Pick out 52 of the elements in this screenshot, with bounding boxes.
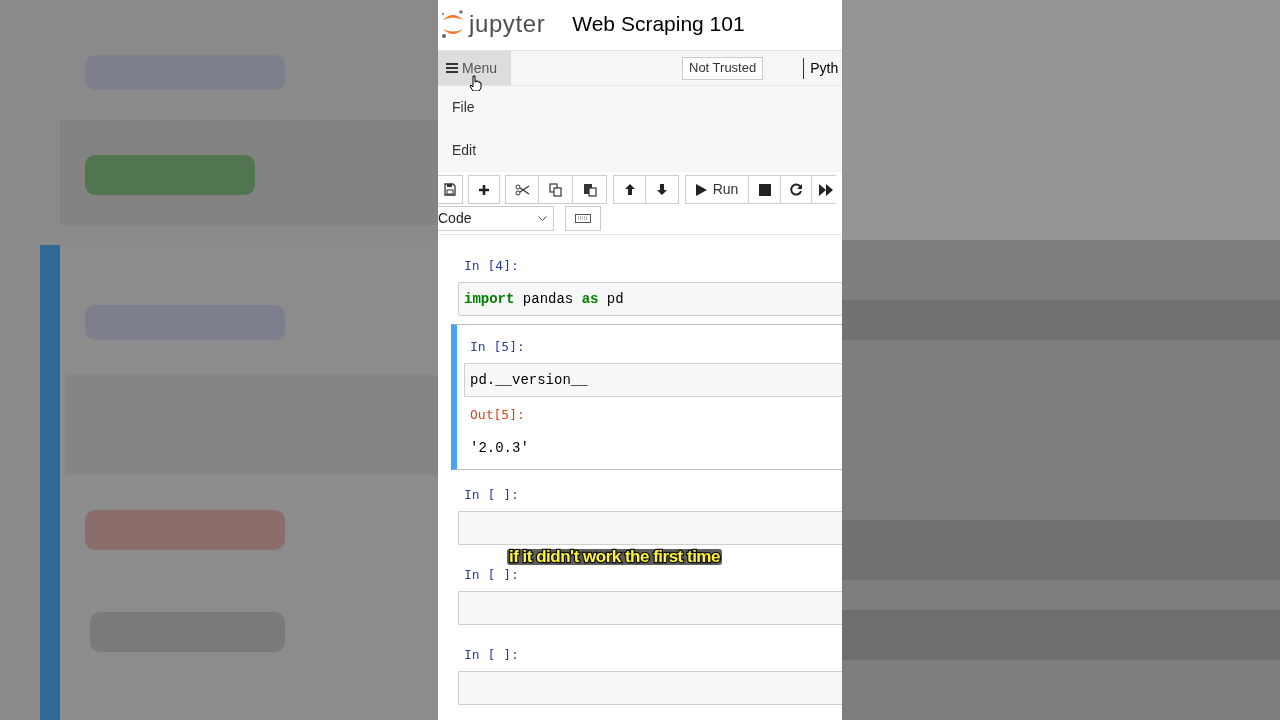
output-text: '2.0.3' <box>469 439 530 458</box>
cut-button[interactable] <box>505 175 539 204</box>
fast-forward-icon <box>819 183 833 196</box>
copy-icon <box>548 182 563 197</box>
stop-button[interactable] <box>749 175 781 204</box>
trust-indicator[interactable]: Not Trusted <box>682 56 764 80</box>
add-cell-button[interactable] <box>468 175 500 204</box>
logo-icon <box>440 8 466 40</box>
output-prompt: Out[5]: <box>469 406 526 424</box>
save-button[interactable] <box>438 175 463 204</box>
code-input[interactable] <box>458 591 842 625</box>
menu-icon <box>446 63 458 73</box>
menu-item[interactable]: File <box>438 86 842 129</box>
code-cell[interactable]: In [ ]: <box>458 486 842 545</box>
scissors-icon <box>514 183 530 196</box>
code-input[interactable] <box>458 671 842 705</box>
code-input[interactable] <box>458 511 842 545</box>
plus-icon <box>478 183 490 196</box>
fast-forward-button[interactable] <box>812 175 836 204</box>
stop-icon <box>758 183 771 196</box>
input-prompt: In [5]: <box>469 338 526 356</box>
move-up-button[interactable] <box>613 175 646 204</box>
code-input[interactable]: pd.__version__ <box>464 363 842 397</box>
input-prompt: In [ ]: <box>463 486 520 504</box>
code-cell[interactable]: In [4]: import pandas as pd <box>458 257 842 316</box>
paste-icon <box>582 182 597 197</box>
code-cell[interactable]: In [ ]: <box>458 646 842 705</box>
arrow-down-icon <box>656 183 668 196</box>
run-button[interactable]: Run <box>685 175 749 204</box>
play-icon <box>695 183 707 196</box>
keyboard-button[interactable] <box>565 206 601 231</box>
notebook-title[interactable]: Web Scraping 101 <box>572 8 745 40</box>
chevron-down-icon <box>538 215 547 222</box>
kernel-name: Pyth <box>803 57 839 79</box>
code-input[interactable]: import pandas as pd <box>458 282 842 316</box>
move-down-button[interactable] <box>646 175 679 204</box>
paste-button[interactable] <box>573 175 607 204</box>
subtitle-caption: if it didn't work the first time <box>507 549 722 565</box>
save-icon <box>444 183 456 196</box>
input-prompt: In [ ]: <box>463 646 520 664</box>
code-cell[interactable]: In [ ]: <box>458 566 842 625</box>
keyboard-icon <box>575 214 591 223</box>
copy-button[interactable] <box>539 175 573 204</box>
logo-text: jupyter <box>469 12 546 36</box>
menu-item[interactable]: Edit <box>438 129 842 172</box>
cell-type-select[interactable]: Code <box>438 206 554 231</box>
input-prompt: In [ ]: <box>463 566 520 584</box>
restart-icon <box>789 183 803 196</box>
selected-cell[interactable]: In [5]: pd.__version__ Out[5]: '2.0.3' <box>451 324 842 470</box>
restart-button[interactable] <box>781 175 812 204</box>
input-prompt: In [4]: <box>463 257 520 275</box>
arrow-up-icon <box>623 183 636 196</box>
